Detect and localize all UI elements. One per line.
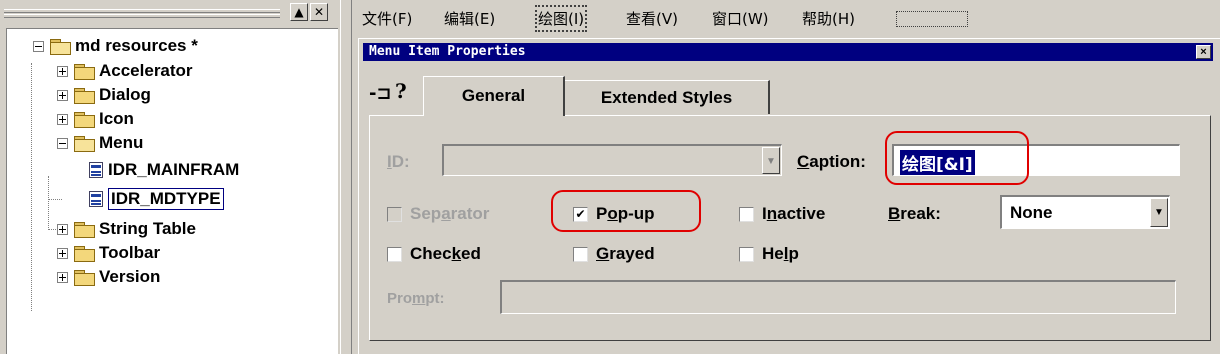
tree-item-version[interactable]: Version: [57, 266, 160, 288]
popup-highlight: [551, 190, 701, 232]
expand-icon[interactable]: [57, 89, 68, 101]
menu-resource-icon: [89, 162, 103, 178]
tree-item-accelerator[interactable]: Accelerator: [57, 60, 193, 82]
menu-help[interactable]: 帮助(H): [802, 8, 855, 29]
tree-item-label: Accelerator: [99, 61, 193, 80]
pane-gripper[interactable]: [4, 7, 280, 21]
dropdown-arrow-icon[interactable]: ▼: [1150, 198, 1168, 227]
prompt-input: [500, 280, 1176, 314]
tree-item-label: Dialog: [99, 85, 151, 104]
menu-draw[interactable]: 绘图(I): [534, 5, 588, 32]
menu-view[interactable]: 查看(V): [626, 8, 678, 29]
folder-open-icon: [74, 135, 95, 152]
folder-icon: [74, 269, 95, 286]
help-checkbox[interactable]: Help: [739, 244, 799, 264]
general-tab-panel: ID: ▼ Caption: 绘图[&I] Separator ✔ Pop-up…: [369, 115, 1211, 341]
pane-splitter[interactable]: [340, 0, 352, 354]
menu-bar-preview: 文件(F) 编辑(E) 绘图(I) 查看(V) 窗口(W) 帮助(H): [356, 0, 1220, 34]
folder-icon: [74, 221, 95, 238]
dropdown-arrow-icon: ▼: [762, 147, 780, 174]
expand-icon[interactable]: [57, 247, 68, 259]
properties-title: Menu Item Properties: [369, 44, 526, 59]
resource-view-pane: ▲ ✕ md resources * Accelerator Dialog Ic…: [0, 0, 340, 354]
tree-item-toolbar[interactable]: Toolbar: [57, 242, 160, 264]
folder-open-icon: [50, 38, 71, 55]
close-pane-button[interactable]: ✕: [310, 3, 328, 21]
id-combo: ▼: [442, 144, 782, 176]
tree-item-string-table[interactable]: String Table: [57, 218, 196, 240]
properties-title-bar[interactable]: Menu Item Properties ×: [363, 43, 1213, 61]
folder-icon: [74, 111, 95, 128]
break-combo[interactable]: None ▼: [1000, 195, 1170, 229]
collapse-icon[interactable]: [57, 137, 68, 149]
break-label: Break:: [888, 204, 941, 223]
tree-root[interactable]: md resources *: [33, 35, 198, 57]
tree-item-label: IDR_MAINFRAM: [108, 160, 240, 179]
folder-icon: [74, 245, 95, 262]
menu-resource-icon: [89, 191, 103, 207]
prompt-label: Prompt:: [387, 290, 445, 307]
minimize-pane-button[interactable]: ▲: [290, 3, 308, 21]
tab-general[interactable]: General: [423, 76, 565, 116]
tree-item-menu[interactable]: Menu: [57, 132, 143, 154]
help-icon[interactable]: ?: [395, 79, 407, 103]
menu-item-properties-window: Menu Item Properties × -⊐ ? General Exte…: [358, 38, 1220, 354]
caption-highlight: [885, 131, 1029, 185]
tree-item-idr-mainfram[interactable]: IDR_MAINFRAM: [89, 159, 239, 181]
tree-item-label: Icon: [99, 109, 134, 128]
break-value: None: [1010, 203, 1053, 222]
collapse-icon[interactable]: [33, 40, 44, 52]
grayed-checkbox[interactable]: Grayed: [573, 244, 655, 264]
tree-root-label: md resources *: [75, 36, 198, 55]
folder-icon: [74, 63, 95, 80]
id-label: ID:: [387, 152, 410, 171]
tree-item-label: Toolbar: [99, 243, 161, 262]
tree-item-idr-mdtype[interactable]: IDR_MDTYPE: [89, 188, 224, 210]
inactive-checkbox[interactable]: Inactive: [739, 204, 825, 224]
tab-extended-styles[interactable]: Extended Styles: [565, 80, 770, 114]
expand-icon[interactable]: [57, 223, 68, 235]
menu-edit[interactable]: 编辑(E): [444, 8, 495, 29]
menu-new-item-placeholder[interactable]: [896, 11, 968, 27]
folder-icon: [74, 87, 95, 104]
tree-item-dialog[interactable]: Dialog: [57, 84, 151, 106]
tree-item-label: Version: [99, 267, 161, 286]
tree-item-label: IDR_MDTYPE: [108, 188, 224, 210]
resource-tree[interactable]: md resources * Accelerator Dialog Icon M…: [6, 28, 338, 354]
expand-icon[interactable]: [57, 271, 68, 283]
tree-item-label: Menu: [99, 133, 144, 152]
separator-checkbox: Separator: [387, 204, 489, 224]
tree-item-icon[interactable]: Icon: [57, 108, 134, 130]
caption-label: Caption:: [797, 152, 866, 171]
close-button[interactable]: ×: [1196, 45, 1211, 59]
menu-file[interactable]: 文件(F): [362, 8, 412, 29]
menu-window[interactable]: 窗口(W): [712, 8, 769, 29]
checked-checkbox[interactable]: Checked: [387, 244, 481, 264]
tree-item-label: String Table: [99, 219, 196, 238]
pushpin-icon[interactable]: -⊐: [369, 83, 392, 104]
expand-icon[interactable]: [57, 65, 68, 77]
expand-icon[interactable]: [57, 113, 68, 125]
